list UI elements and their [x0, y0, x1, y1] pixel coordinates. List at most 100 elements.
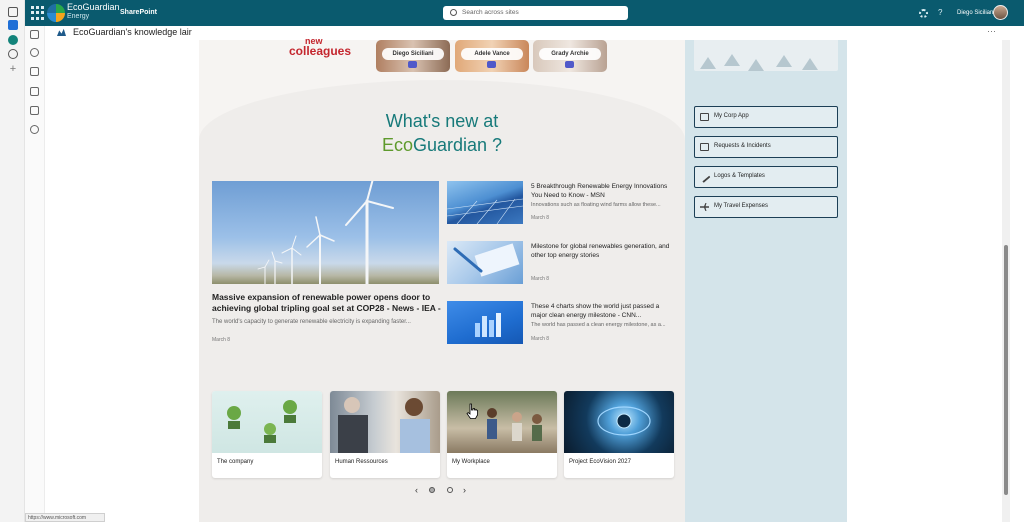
news-item-title[interactable]: 5 Breakthrough Renewable Energy Innovati… — [531, 182, 673, 200]
feed-icon[interactable] — [30, 67, 39, 76]
person-name: Adele Vance — [461, 48, 523, 60]
news-item-title[interactable]: These 4 charts show the world just passe… — [531, 302, 673, 320]
carousel-next-button[interactable]: › — [463, 485, 466, 495]
quick-link-label: My Corp App — [714, 113, 749, 119]
documents-pen-image — [453, 243, 520, 277]
plants-image — [227, 400, 297, 443]
news-item-title[interactable]: Milestone for global renewables generati… — [531, 242, 673, 260]
person-card[interactable]: Grady Archie — [533, 40, 607, 72]
news-heading-guardian: Guardian ? — [412, 135, 503, 155]
colleagues-heading: colleagues — [289, 44, 352, 58]
brand-line2: Energy — [67, 13, 90, 20]
list-icon[interactable] — [30, 106, 39, 115]
quick-link-requests[interactable]: Requests & Incidents — [694, 136, 838, 158]
pattern-shape — [748, 59, 764, 71]
ecoguardian-logo-icon[interactable] — [47, 4, 65, 22]
hero-news-description: The world's capacity to generate renewab… — [212, 319, 411, 325]
avatar[interactable] — [993, 5, 1008, 20]
news-thumbnail[interactable] — [447, 241, 523, 284]
add-circle-icon[interactable] — [30, 125, 39, 134]
pattern-shape — [724, 54, 740, 66]
more-options-icon[interactable]: ··· — [987, 26, 996, 36]
pen-icon — [698, 171, 711, 183]
hero-news-date: March 8 — [212, 337, 231, 343]
copilot-icon[interactable] — [8, 20, 18, 30]
news-item-date: March 8 — [531, 276, 550, 282]
news-thumbnail[interactable] — [447, 301, 523, 344]
panel-toggle-icon[interactable] — [8, 7, 18, 17]
news-item-date: March 8 — [531, 336, 550, 342]
tile-label: Human Ressources — [335, 459, 388, 465]
tile-the-company[interactable]: The company — [212, 391, 322, 478]
gear-icon[interactable] — [919, 9, 928, 18]
carousel-prev-button[interactable]: ‹ — [415, 485, 418, 495]
teams-chat-icon[interactable] — [408, 61, 417, 68]
site-logo-icon[interactable] — [57, 28, 66, 36]
quick-link-my-corp-app[interactable]: My Corp App — [694, 106, 838, 128]
document-icon[interactable] — [30, 87, 39, 96]
globe-icon[interactable] — [30, 48, 39, 57]
news-thumbnail[interactable] — [447, 181, 523, 224]
person-name: Diego Siciliani — [382, 48, 444, 60]
brand-line1: EcoGuardian — [67, 2, 120, 12]
search-placeholder: Search across sites — [462, 9, 519, 16]
tile-my-workplace[interactable]: My Workplace — [447, 391, 557, 478]
tile-image — [564, 391, 674, 453]
news-heading-brand: EcoGuardian ? — [199, 135, 685, 156]
news-item-description: Innovations such as floating wind farms … — [531, 202, 661, 208]
tile-label: Project EcoVision 2027 — [569, 459, 631, 465]
bar-chart-image — [475, 313, 501, 337]
search-icon — [450, 9, 457, 16]
pattern-shape — [776, 55, 792, 67]
tile-image — [330, 391, 440, 453]
person-card[interactable]: Adele Vance — [455, 40, 529, 72]
tile-image — [447, 391, 557, 453]
sharepoint-link[interactable]: SharePoint — [120, 9, 157, 16]
eye-vision-image — [597, 406, 651, 436]
tile-image — [212, 391, 322, 453]
site-title[interactable]: EcoGuardian's knowledge lair — [73, 27, 192, 37]
news-item-date: March 8 — [531, 215, 550, 221]
quick-link-label: Requests & Incidents — [714, 143, 771, 149]
app-rail: + — [0, 0, 25, 522]
sharepoint-app-icon[interactable] — [8, 35, 18, 45]
teams-chat-icon[interactable] — [565, 61, 574, 68]
carousel-dot-active[interactable] — [429, 487, 435, 493]
hero-news-title[interactable]: Massive expansion of renewable power ope… — [212, 292, 442, 314]
hero-news-image[interactable] — [212, 181, 439, 284]
search-box[interactable]: Search across sites — [443, 6, 628, 20]
handshake-image — [338, 397, 430, 453]
news-item-description: The world has passed a clean energy mile… — [531, 322, 666, 328]
app-icon — [700, 113, 709, 121]
quick-link-logos[interactable]: Logos & Templates — [694, 166, 838, 188]
tile-label: My Workplace — [452, 459, 490, 465]
app-launcher-icon[interactable] — [31, 6, 45, 20]
carousel-dot[interactable] — [447, 487, 453, 493]
help-icon[interactable]: ? — [938, 8, 942, 17]
tile-human-ressources[interactable]: Human Ressources — [330, 391, 440, 478]
quick-link-label: Logos & Templates — [714, 173, 765, 179]
teams-chat-icon[interactable] — [487, 61, 496, 68]
quick-link-label: My Travel Expenses — [714, 203, 769, 209]
person-name: Grady Archie — [539, 48, 601, 60]
home-icon[interactable] — [30, 30, 39, 39]
wind-turbines-image — [257, 181, 394, 284]
user-name[interactable]: Diego Siciliani — [957, 10, 995, 16]
airplane-icon — [700, 203, 709, 211]
suite-header: EcoGuardian Energy SharePoint Search acr… — [25, 0, 1024, 26]
pattern-shape — [802, 58, 818, 70]
office-team-image — [487, 408, 542, 441]
ticket-icon — [700, 143, 709, 151]
panel-banner-image — [694, 40, 838, 71]
scrollbar-thumb[interactable] — [1004, 245, 1008, 495]
quick-link-travel[interactable]: My Travel Expenses — [694, 196, 838, 218]
add-app-icon[interactable]: + — [8, 64, 18, 75]
news-heading-eco: Eco — [381, 135, 413, 155]
pattern-shape — [700, 57, 716, 69]
tile-project-ecovision[interactable]: Project EcoVision 2027 — [564, 391, 674, 478]
brand-name[interactable]: EcoGuardian Energy — [67, 3, 120, 21]
tile-label: The company — [217, 459, 254, 465]
web-icon[interactable] — [8, 49, 18, 59]
news-heading: What's new at — [385, 111, 499, 131]
person-card[interactable]: Diego Siciliani — [376, 40, 450, 72]
